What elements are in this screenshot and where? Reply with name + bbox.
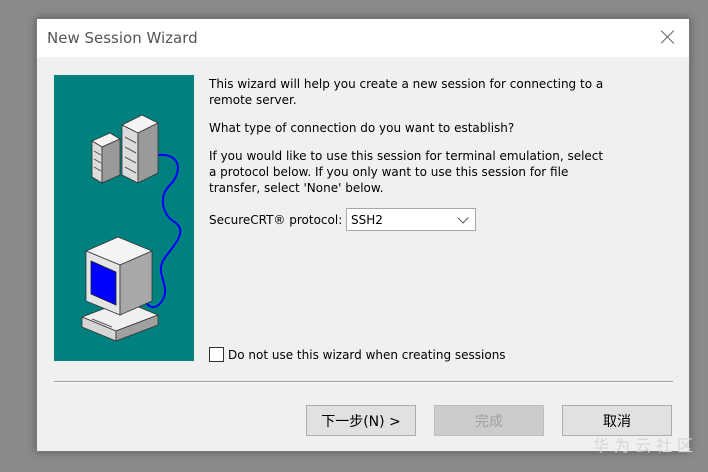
server-icon bbox=[91, 132, 121, 184]
close-icon[interactable] bbox=[659, 28, 677, 46]
wizard-question-text: What type of connection do you want to e… bbox=[209, 121, 515, 135]
network-illustration bbox=[80, 114, 182, 342]
wizard-intro-text: This wizard will help you create a new s… bbox=[209, 77, 604, 107]
button-separator bbox=[54, 381, 673, 383]
server-icon bbox=[121, 114, 159, 184]
protocol-select[interactable]: SSH2 bbox=[346, 208, 476, 231]
watermark: 华为云社区 bbox=[592, 436, 698, 455]
new-session-wizard-dialog: New Session Wizard This wizard will help… bbox=[36, 18, 690, 452]
finish-button[interactable]: 完成 bbox=[434, 405, 544, 436]
wizard-illustration bbox=[54, 75, 194, 361]
computer-icon bbox=[80, 236, 160, 342]
title-bar: New Session Wizard bbox=[37, 19, 689, 57]
disable-wizard-checkbox[interactable] bbox=[209, 347, 224, 362]
wizard-instructions-text: If you would like to use this session fo… bbox=[209, 149, 604, 195]
window-title: New Session Wizard bbox=[47, 29, 198, 47]
chevron-down-icon[interactable] bbox=[457, 212, 469, 224]
protocol-label: SecureCRT® protocol: bbox=[209, 213, 343, 227]
disable-wizard-label[interactable]: Do not use this wizard when creating ses… bbox=[228, 348, 506, 362]
next-button[interactable]: 下一步(N) > bbox=[306, 405, 416, 436]
protocol-select-value: SSH2 bbox=[351, 213, 383, 227]
